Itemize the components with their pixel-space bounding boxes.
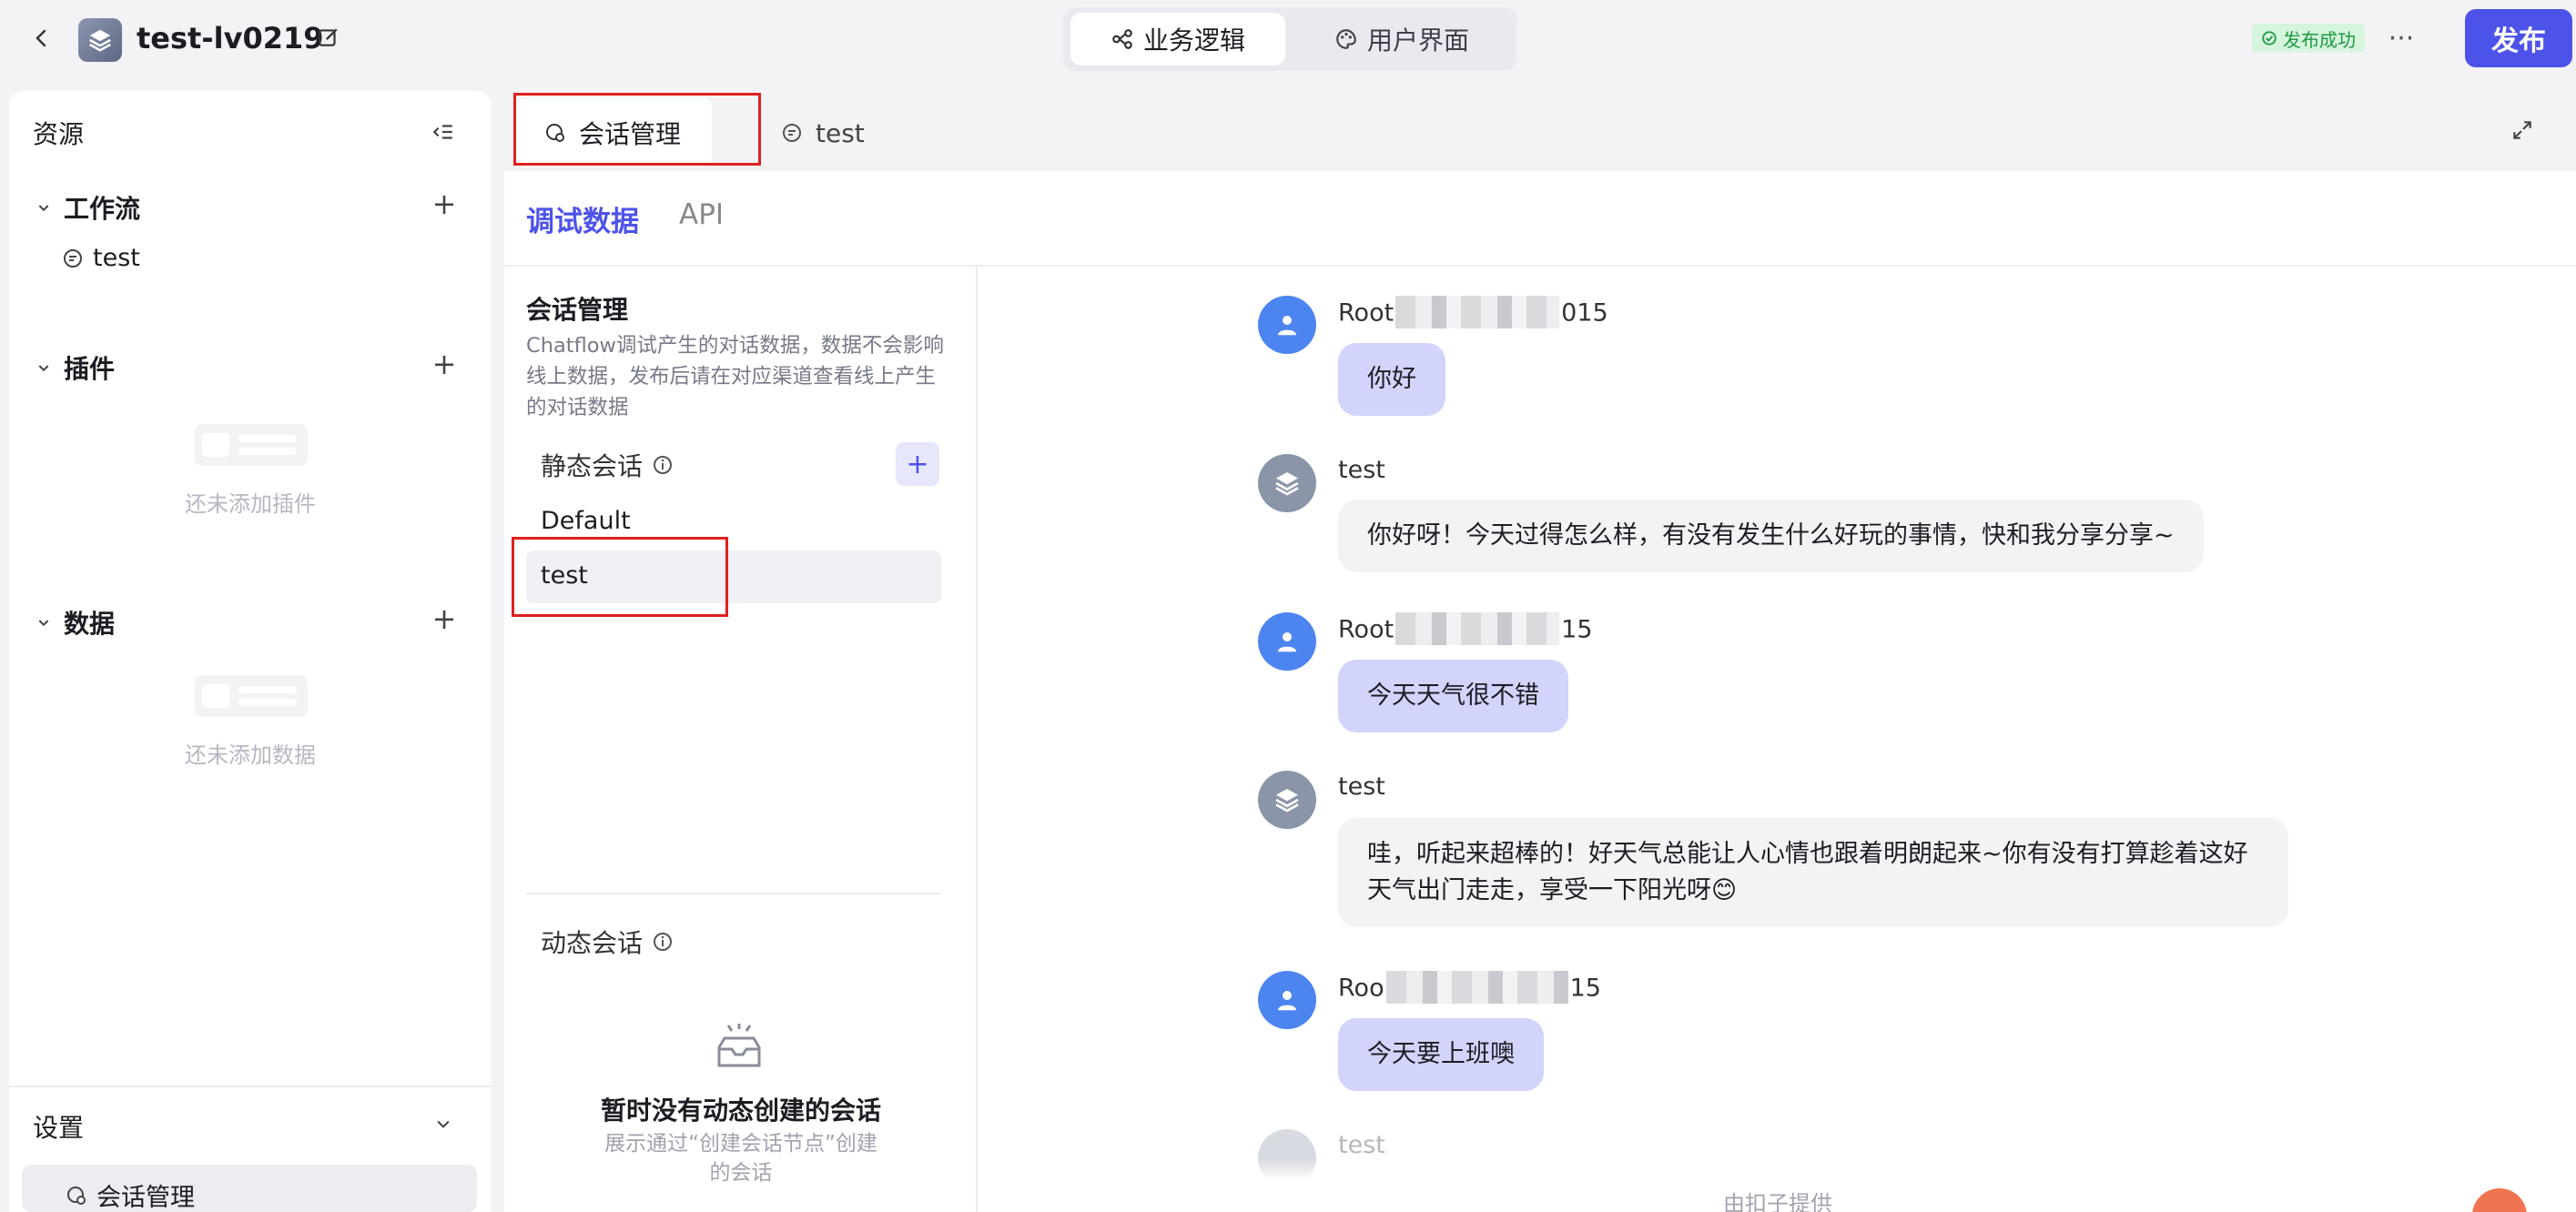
info-icon[interactable] (652, 931, 674, 953)
sidebar-title: 资源 (33, 119, 85, 149)
selected-conversation-bg (526, 550, 941, 603)
bot-layers-icon (1275, 472, 1299, 496)
divider (526, 893, 941, 894)
message-sender: test (1338, 1131, 1385, 1159)
user-avatar (1258, 612, 1316, 671)
bot-avatar (1258, 771, 1316, 829)
message-sender: Root 015 (1338, 296, 1608, 330)
tab-api[interactable]: API (679, 198, 724, 231)
app-title: test-lv0219 (137, 21, 324, 56)
user-avatar (1258, 971, 1316, 1029)
status-badge: 发布成功 (2252, 24, 2365, 53)
chat-history: Root 015 你好 test 你好呀！今天过得怎么样，有没有发生什么好玩的事情… (979, 267, 2576, 1212)
chat-bubble-icon (781, 122, 803, 144)
expand-icon[interactable] (2507, 115, 2538, 146)
chevron-down-icon (36, 360, 51, 375)
app-logo-icon (78, 18, 122, 62)
settings-divider (9, 1086, 492, 1087)
chat-bubble-icon (62, 247, 84, 269)
more-options-button[interactable]: ··· (2383, 20, 2419, 56)
dynamic-conversations-label: 动态会话 (541, 924, 674, 960)
section-plugin[interactable]: 插件 (36, 349, 115, 386)
message-bubble-user: 今天要上班噢 (1338, 1018, 1544, 1091)
conversation-settings-icon (66, 1185, 87, 1207)
message-sender: Roo 15 (1338, 971, 1601, 1005)
add-workflow-button[interactable]: + (431, 189, 457, 218)
message-bubble-user: 你好 (1338, 343, 1445, 416)
dynamic-empty-description: 展示通过“创建会话节点”创建的会话 (604, 1132, 877, 1185)
tab-test[interactable]: test (781, 98, 865, 167)
info-icon[interactable] (652, 454, 674, 476)
conversation-list-panel: 会话管理 Chatflow调试产生的对话数据，数据不会影响线上数据，发布后请在对… (504, 267, 978, 1212)
static-conversations-label: 静态会话 (541, 447, 674, 483)
mode-tab-business-logic[interactable]: 业务逻辑 (1070, 13, 1285, 66)
main-panel: 会话管理 test 调试数据 API 会话管理 Chatflow调试产生的对话数… (504, 91, 2576, 1212)
tab-debug-data[interactable]: 调试数据 (526, 198, 639, 239)
conversation-settings-icon (544, 122, 566, 144)
add-data-button[interactable]: + (431, 604, 457, 633)
redacted-text (1395, 612, 1560, 645)
resource-sidebar: 资源 工作流 + test 插件 + 还未添加插件 数据 + 还未添加数据 设置… (9, 91, 492, 1212)
add-plugin-button[interactable]: + (431, 349, 457, 379)
message-sender: Root 15 (1338, 612, 1593, 647)
section-workflow[interactable]: 工作流 (36, 189, 140, 226)
redacted-text (1395, 296, 1560, 328)
tab-conversation-management[interactable]: 会话管理 (517, 98, 712, 167)
sidebar-item-conversation-management[interactable]: 会话管理 (22, 1165, 477, 1212)
message-bubble-user: 今天天气很不错 (1338, 660, 1568, 732)
section-data[interactable]: 数据 (36, 604, 115, 641)
mode-tab-user-interface[interactable]: 用户界面 (1294, 13, 1509, 66)
empty-data-text: 还未添加数据 (185, 742, 316, 768)
conversation-item-default[interactable]: Default (541, 507, 631, 535)
redacted-text (1385, 971, 1568, 1004)
bot-layers-icon (1275, 789, 1299, 813)
check-circle-icon (2261, 30, 2277, 46)
settings-title: 设置 (33, 1113, 85, 1143)
bot-avatar (1258, 454, 1316, 512)
back-arrow-icon[interactable] (25, 22, 58, 55)
publish-button[interactable]: 发布 (2465, 9, 2572, 67)
user-avatar (1258, 296, 1316, 354)
user-icon (1278, 316, 1296, 336)
editor-tab-bar: 会话管理 test (504, 91, 2576, 171)
conversation-panel-description: Chatflow调试产生的对话数据，数据不会影响线上数据，发布后请在对应渠道查看… (526, 334, 944, 419)
user-icon (1278, 632, 1296, 652)
message-bubble-bot: 哇，听起来超棒的！好天气总能让人心情也跟着明朗起来~你有没有打算趁着这好天气出门… (1338, 818, 2288, 927)
empty-data-illustration (195, 675, 308, 717)
chevron-down-icon (36, 615, 51, 630)
sub-tab-bar: 调试数据 API (504, 171, 2576, 267)
mode-switch: 业务逻辑 用户界面 (1063, 7, 1516, 71)
chevron-down-icon (36, 200, 51, 215)
sidebar-item-workflow-test[interactable]: test (62, 244, 140, 272)
palette-icon (1334, 27, 1358, 51)
conversation-panel-title: 会话管理 (526, 295, 629, 325)
dynamic-empty-title: 暂时没有动态创建的会话 (600, 1096, 881, 1126)
user-icon (1278, 991, 1296, 1011)
conversation-item-test[interactable]: test (541, 561, 588, 590)
empty-plugin-illustration (195, 424, 308, 466)
add-static-conversation-button[interactable]: + (896, 442, 939, 486)
edit-icon[interactable] (315, 24, 342, 51)
empty-inbox-icon (712, 1022, 766, 1073)
empty-plugin-text: 还未添加插件 (185, 491, 316, 517)
workflow-nodes-icon (1111, 27, 1134, 51)
powered-by-footer: 由扣子提供 (979, 1158, 2576, 1212)
message-sender: test (1338, 456, 1385, 484)
top-bar: test-lv0219 业务逻辑 用户界面 发布成功 ··· 发布 (0, 0, 2576, 86)
message-sender: test (1338, 773, 1385, 801)
message-bubble-bot: 你好呀！今天过得怎么样，有没有发生什么好玩的事情，快和我分享分享~ (1338, 500, 2204, 572)
collapse-sidebar-icon[interactable] (428, 116, 459, 147)
chevron-down-icon[interactable] (430, 1110, 457, 1137)
